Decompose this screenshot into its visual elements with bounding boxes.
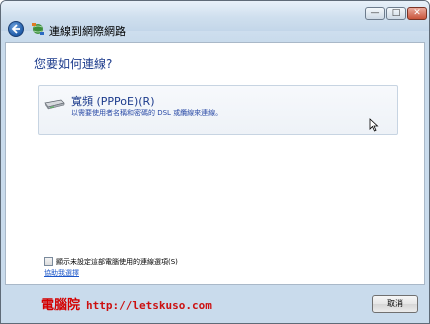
checkbox-label: 顯示未設定這部電腦使用的連線選項(S)	[56, 257, 178, 266]
maximize-button[interactable]: □	[386, 7, 406, 20]
show-unconfigured-options-row[interactable]: 顯示未設定這部電腦使用的連線選項(S)	[44, 251, 178, 266]
content-panel: 您要如何連線? 寬頻 (PPPoE)(R) 以需要使用者名稱和密碼的 DSL 或…	[5, 42, 425, 285]
help-me-choose-link[interactable]: 協助我選擇	[44, 268, 79, 278]
footer-bar: 電腦院 http://letskuso.com 取消	[1, 286, 429, 323]
back-button[interactable]	[8, 21, 24, 37]
cancel-button[interactable]: 取消	[372, 295, 418, 313]
modem-icon	[44, 99, 65, 110]
back-arrow-icon	[11, 24, 20, 34]
minimize-button[interactable]: —	[365, 7, 385, 20]
option-description: 以需要使用者名稱和密碼的 DSL 或纜線來連線。	[71, 109, 223, 117]
watermark: 電腦院 http://letskuso.com	[41, 294, 212, 313]
watermark-url: http://letskuso.com	[86, 299, 212, 312]
network-globe-icon	[32, 23, 44, 35]
wizard-window: — □ ✕ 連線到網際網路 您要如何連線? 寬頻 (PPPoE)(R) 以需要使…	[0, 0, 430, 324]
page-heading: 您要如何連線?	[34, 57, 113, 71]
close-button[interactable]: ✕	[407, 7, 427, 20]
show-unconfigured-checkbox[interactable]	[44, 257, 53, 266]
watermark-name: 電腦院	[41, 298, 81, 313]
option-title: 寬頻 (PPPoE)(R)	[71, 95, 155, 108]
mouse-cursor-icon	[369, 118, 379, 132]
broadband-pppoe-option[interactable]: 寬頻 (PPPoE)(R) 以需要使用者名稱和密碼的 DSL 或纜線來連線。	[38, 85, 398, 135]
window-title: 連線到網際網路	[49, 25, 126, 38]
